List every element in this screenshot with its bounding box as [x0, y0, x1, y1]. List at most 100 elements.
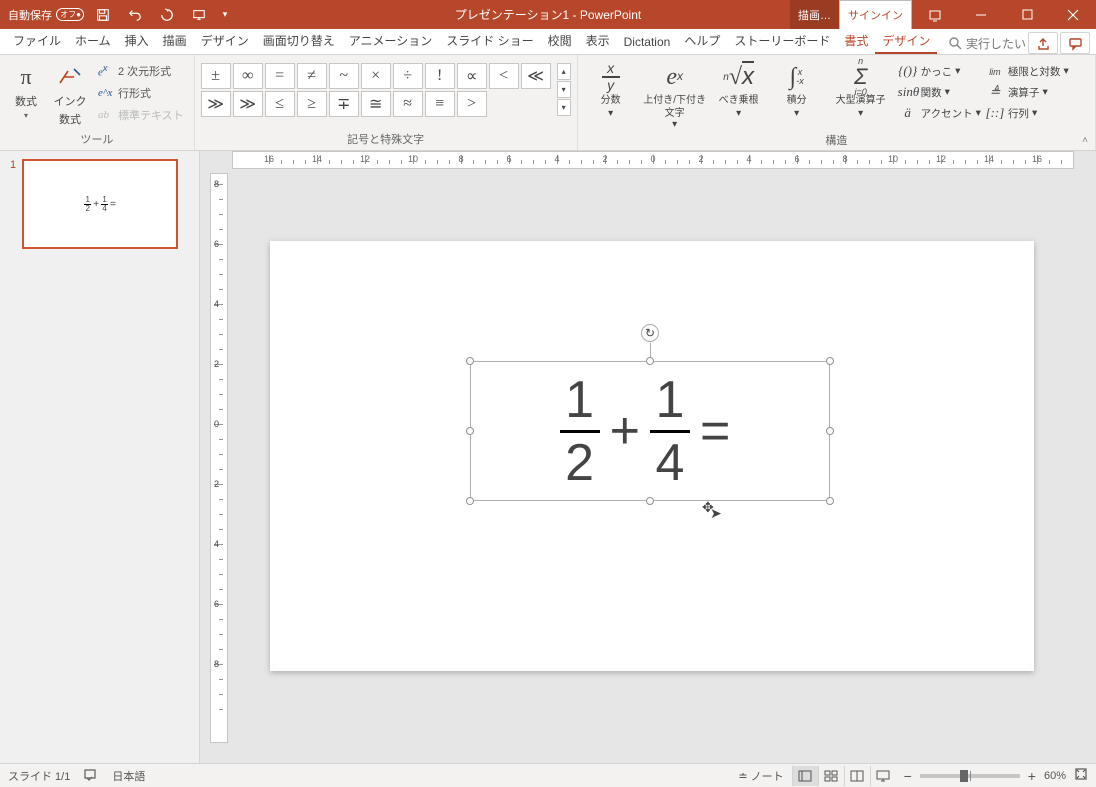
- tab-storyboarding[interactable]: ストーリーボード: [727, 28, 837, 54]
- language-indicator[interactable]: 日本語: [112, 768, 145, 784]
- signin-button[interactable]: サインイン: [839, 0, 912, 29]
- symbol-cell[interactable]: >: [457, 91, 487, 117]
- linear-format-button[interactable]: e^x行形式: [94, 83, 188, 103]
- limit-log-button[interactable]: lim極限と対数 ▾: [985, 61, 1069, 81]
- qat-customize-icon[interactable]: ▾: [218, 3, 232, 27]
- autosave-toggle[interactable]: 自動保存 オフ ●: [8, 7, 84, 23]
- slide-canvas[interactable]: ↻ 12 + 14 = ✥➤: [270, 241, 1034, 671]
- symbol-cell[interactable]: ≫: [233, 91, 263, 117]
- matrix-button[interactable]: [::]行列 ▾: [985, 103, 1069, 123]
- tab-format[interactable]: 書式: [837, 28, 875, 54]
- tab-slideshow[interactable]: スライド ショー: [439, 28, 540, 54]
- subscript-superscript-button[interactable]: ex上付き/下付き文字▾: [642, 59, 708, 130]
- rotate-handle-icon[interactable]: ↻: [641, 324, 659, 342]
- symbol-cell[interactable]: ≫: [201, 91, 231, 117]
- symbol-cell[interactable]: =: [265, 63, 295, 89]
- tab-transitions[interactable]: 画面切り替え: [256, 28, 342, 54]
- symbol-cell[interactable]: ≡: [425, 91, 455, 117]
- tab-file[interactable]: ファイル: [6, 28, 68, 54]
- ink-equation-button[interactable]: インク数式: [50, 59, 90, 127]
- large-operator-button[interactable]: nΣi=0大型演算子▾: [828, 59, 894, 119]
- radical-icon: n√x: [723, 61, 754, 93]
- sorter-view-icon[interactable]: [818, 766, 844, 786]
- symbol-cell[interactable]: ±: [201, 63, 231, 89]
- ribbon-display-icon[interactable]: [912, 0, 958, 29]
- symbol-cell[interactable]: ≠: [297, 63, 327, 89]
- comments-button[interactable]: [1060, 32, 1090, 54]
- accent-button[interactable]: äアクセント ▾: [898, 103, 981, 123]
- symbol-cell[interactable]: ∓: [329, 91, 359, 117]
- tab-help[interactable]: ヘルプ: [677, 28, 727, 54]
- notes-button[interactable]: ≐ ノート: [738, 768, 783, 784]
- symbol-cell[interactable]: ∝: [457, 63, 487, 89]
- group-label-tools: ツール: [6, 129, 188, 150]
- sigma-icon: nΣi=0: [854, 61, 867, 93]
- tab-animations[interactable]: アニメーション: [342, 28, 440, 54]
- tab-insert[interactable]: 挿入: [118, 28, 156, 54]
- minimize-icon[interactable]: [958, 0, 1004, 29]
- redo-icon[interactable]: [154, 3, 180, 27]
- zoom-slider[interactable]: [920, 774, 1020, 778]
- accent-icon: ä: [898, 105, 918, 121]
- slide-editor[interactable]: 1614121086420246810121416 864202468 ↻ 12…: [200, 151, 1096, 763]
- operator-button[interactable]: ≜演算子 ▾: [985, 82, 1069, 102]
- group-label-structures: 構造: [584, 130, 1089, 151]
- view-buttons: [792, 766, 896, 786]
- tab-draw[interactable]: 描画: [156, 28, 194, 54]
- symbol-cell[interactable]: ≅: [361, 91, 391, 117]
- zoom-in-button[interactable]: +: [1028, 768, 1036, 784]
- integral-button[interactable]: ∫x-x積分▾: [770, 59, 824, 119]
- integral-icon: ∫x-x: [790, 61, 804, 93]
- symbol-cell[interactable]: ×: [361, 63, 391, 89]
- equation-text-box[interactable]: ↻ 12 + 14 =: [470, 361, 830, 501]
- spellcheck-icon[interactable]: [84, 767, 98, 784]
- slide-thumbnail-1[interactable]: 1 12 + 14 =: [10, 159, 189, 249]
- save-icon[interactable]: [90, 3, 116, 27]
- symbol-cell[interactable]: ≥: [297, 91, 327, 117]
- tab-equation-design[interactable]: デザイン: [875, 28, 937, 54]
- professional-2d-button[interactable]: ex2 次元形式: [94, 61, 188, 81]
- symbol-cell[interactable]: !: [425, 63, 455, 89]
- symbol-cell[interactable]: ∞: [233, 63, 263, 89]
- slide-indicator[interactable]: スライド 1/1: [8, 768, 70, 784]
- equation-button[interactable]: π 数式▾: [6, 59, 46, 120]
- function-button[interactable]: sinθ関数 ▾: [898, 82, 981, 102]
- tab-dictation[interactable]: Dictation: [617, 31, 678, 54]
- drawing-tools-context-tab[interactable]: 描画…: [790, 0, 839, 29]
- reading-view-icon[interactable]: [844, 766, 870, 786]
- slideshow-view-icon[interactable]: [870, 766, 896, 786]
- zoom-out-button[interactable]: −: [904, 768, 912, 784]
- radical-button[interactable]: n√xべき乗根▾: [712, 59, 766, 119]
- normal-view-icon[interactable]: [792, 766, 818, 786]
- undo-icon[interactable]: [122, 3, 148, 27]
- tab-review[interactable]: 校閲: [541, 28, 579, 54]
- zoom-percent[interactable]: 60%: [1044, 770, 1066, 782]
- symbol-cell[interactable]: <: [489, 63, 519, 89]
- tab-design[interactable]: デザイン: [194, 28, 256, 54]
- thumb-number: 1: [10, 159, 16, 249]
- tab-view[interactable]: 表示: [579, 28, 617, 54]
- equation-content[interactable]: 12 + 14 =: [471, 362, 829, 500]
- collapse-ribbon-icon[interactable]: ˄: [1078, 133, 1092, 148]
- symbol-cell[interactable]: ~: [329, 63, 359, 89]
- bracket-button[interactable]: {()}かっこ ▾: [898, 61, 981, 81]
- fit-to-window-icon[interactable]: [1074, 767, 1088, 784]
- symbol-cell[interactable]: ≤: [265, 91, 295, 117]
- title-bar: 自動保存 オフ ● ▾ プレゼンテーション1 - PowerPoint 描画… …: [0, 0, 1096, 29]
- autosave-switch[interactable]: オフ ●: [56, 8, 84, 21]
- group-label-symbols: 記号と特殊文字: [201, 129, 571, 150]
- tell-me-search[interactable]: 実行したい: [949, 35, 1026, 52]
- slide-thumbnail-pane[interactable]: 1 12 + 14 =: [0, 151, 200, 763]
- plain-text-button[interactable]: ab標準テキスト: [94, 105, 188, 125]
- symbol-cell[interactable]: ≪: [521, 63, 551, 89]
- tab-home[interactable]: ホーム: [68, 28, 118, 54]
- share-button[interactable]: [1028, 32, 1058, 54]
- close-icon[interactable]: [1050, 0, 1096, 29]
- group-structures: xy分数▾ ex上付き/下付き文字▾ n√xべき乗根▾ ∫x-x積分▾ nΣi=…: [578, 55, 1096, 150]
- symbol-scroll[interactable]: ▴▾▾: [557, 63, 571, 117]
- symbol-cell[interactable]: ≈: [393, 91, 423, 117]
- symbol-cell[interactable]: ÷: [393, 63, 423, 89]
- maximize-icon[interactable]: [1004, 0, 1050, 29]
- fraction-button[interactable]: xy分数▾: [584, 59, 638, 119]
- slideshow-start-icon[interactable]: [186, 3, 212, 27]
